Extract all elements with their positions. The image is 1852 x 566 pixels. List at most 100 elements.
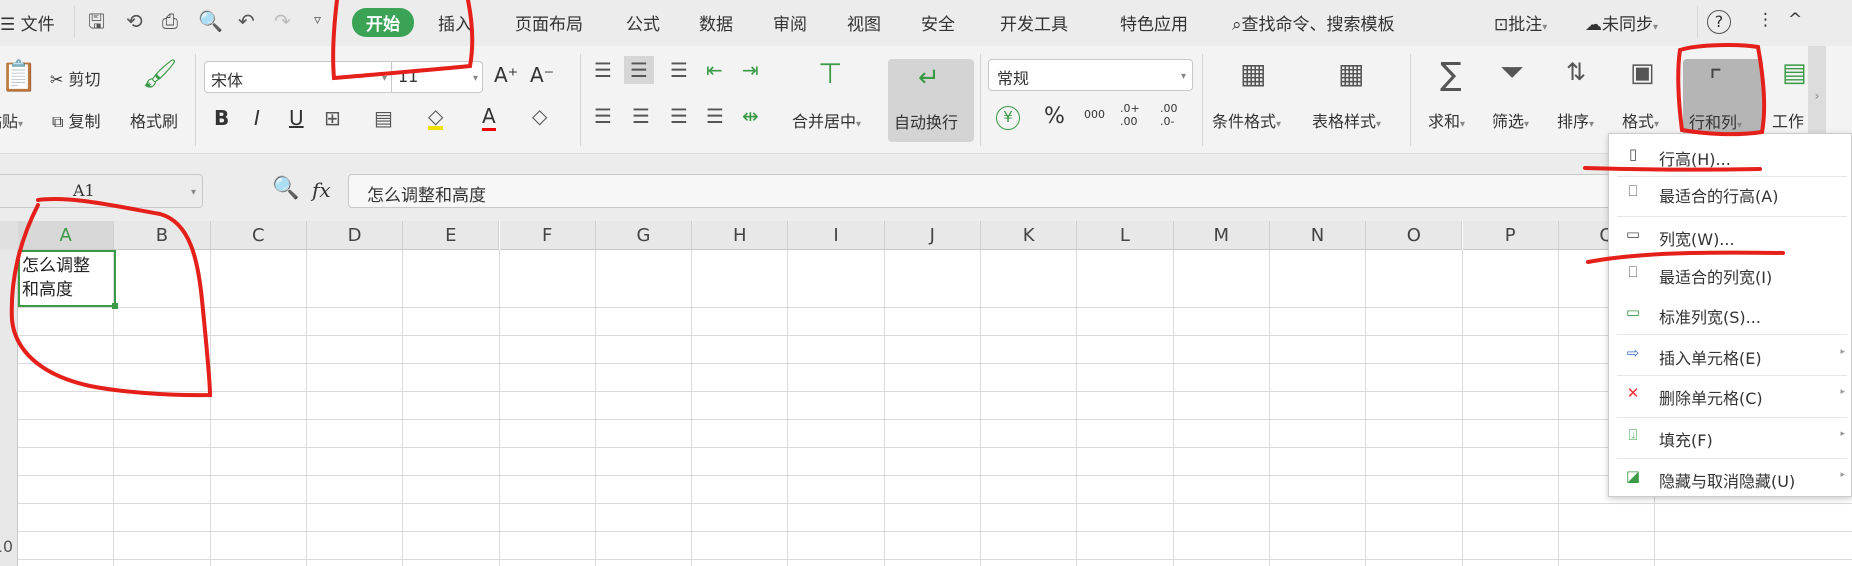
align-left-icon[interactable]: ☰ (594, 106, 612, 126)
column-header-h[interactable]: H (692, 221, 789, 250)
decrease-decimal-button[interactable]: .00 .0- (1160, 102, 1178, 128)
column-header-n[interactable]: N (1269, 221, 1367, 250)
paste-icon[interactable]: 📋 (0, 62, 37, 92)
underline-button[interactable]: U (289, 106, 304, 130)
font-size-select[interactable]: 11 ▾ (391, 61, 483, 93)
menu-item-delete-cells[interactable]: ✕ 删除单元格(C) ▸ (1609, 376, 1852, 414)
menu-item-hide-unhide[interactable]: ◪ 隐藏与取消隐藏(U) ▸ (1609, 459, 1852, 497)
column-header-p[interactable]: P (1462, 221, 1559, 250)
undo-icon[interactable]: ↶ (238, 11, 255, 31)
tab-page-layout[interactable]: 页面布局 (515, 10, 583, 35)
bold-button[interactable]: B (214, 106, 229, 130)
name-box[interactable]: A1 ▾ (0, 174, 203, 208)
tab-home[interactable]: 开始 (352, 8, 414, 37)
increase-decimal-button[interactable]: .0+ .00 (1120, 102, 1140, 128)
thousands-button[interactable]: 000 (1084, 108, 1105, 121)
file-menu[interactable]: ☰ 文件 (0, 10, 55, 35)
tab-view[interactable]: 视图 (847, 10, 881, 35)
tab-special[interactable]: 特色应用 (1120, 10, 1188, 35)
print-preview-icon[interactable]: 🔍 (198, 11, 223, 31)
filter-icon[interactable]: ⏷ (1500, 58, 1524, 88)
spreadsheet-grid[interactable]: 10 ABCDEFGHIJKLMNOPQ 怎么调整和高度 (0, 221, 1852, 566)
copy-button[interactable]: ⧉ 复制 (52, 108, 101, 132)
column-header-m[interactable]: M (1173, 221, 1270, 250)
tab-formulas[interactable]: 公式 (626, 10, 660, 35)
tab-review[interactable]: 审阅 (773, 10, 807, 35)
decrease-indent-icon[interactable]: ⇤ (706, 60, 723, 80)
menu-item-standard-width[interactable]: ▭ 标准列宽(S)... (1609, 295, 1852, 333)
align-top-icon[interactable]: ☰ (594, 60, 612, 80)
sort-button[interactable]: 排序▾ (1557, 108, 1594, 132)
tab-developer[interactable]: 开发工具 (1000, 10, 1068, 35)
column-header-d[interactable]: D (306, 221, 404, 250)
tab-insert[interactable]: 插入 (438, 10, 472, 35)
tab-data[interactable]: 数据 (699, 10, 733, 35)
redo-icon[interactable]: ↷ (274, 11, 291, 31)
save-icon[interactable]: 🖫 (88, 11, 105, 31)
cut-button[interactable]: ✂ 剪切 (50, 66, 101, 90)
collapse-ribbon-button[interactable]: ^ (1788, 10, 1802, 30)
menu-item-insert-cells[interactable]: ⇨ 插入单元格(E) ▸ (1609, 336, 1852, 374)
italic-button[interactable]: I (254, 106, 260, 130)
format-painter-button[interactable]: 格式刷 (130, 108, 178, 132)
align-middle-icon[interactable]: ☰ (624, 56, 654, 84)
command-search[interactable]: ⌕查找命令、搜索模板 (1232, 10, 1395, 35)
clear-format-icon[interactable]: ◇ (532, 106, 547, 126)
fx-button[interactable]: fx (312, 178, 331, 202)
column-header-k[interactable]: K (981, 221, 1078, 250)
sort-icon[interactable]: ⇅ (1566, 60, 1586, 84)
font-name-select[interactable]: 宋体 ▾ (204, 61, 392, 93)
worksheet-icon[interactable]: ▤ (1782, 60, 1807, 86)
grow-font-button[interactable]: A⁺ (494, 63, 518, 87)
print-icon[interactable]: ⎙ (162, 11, 178, 31)
column-header-e[interactable]: E (403, 221, 500, 250)
format-button[interactable]: 格式▾ (1622, 108, 1659, 132)
row-header-10[interactable]: 10 (0, 537, 13, 556)
column-header-g[interactable]: G (595, 221, 693, 250)
format-icon[interactable]: ▣ (1630, 60, 1655, 86)
distributed-icon[interactable]: ⇹ (742, 106, 759, 126)
number-format-select[interactable]: 常规 ▾ (988, 59, 1193, 91)
help-button[interactable]: ? (1707, 10, 1731, 34)
shrink-font-button[interactable]: A⁻ (530, 63, 554, 87)
cell-style-icon[interactable]: ▤ (374, 108, 393, 128)
export-icon[interactable]: ⟲ (126, 11, 143, 31)
column-header-j[interactable]: J (884, 221, 981, 250)
font-color-button[interactable]: A (482, 104, 496, 131)
rows-cols-button[interactable]: ⌜ 行和列▾ (1683, 59, 1763, 142)
borders-icon[interactable]: ⊞ (324, 108, 341, 128)
fill-handle[interactable] (112, 303, 118, 309)
table-style-icon[interactable]: ▦ (1338, 60, 1364, 88)
merge-icon[interactable]: ⊤ (818, 60, 842, 88)
column-header-a[interactable]: A (18, 221, 115, 250)
column-header-o[interactable]: O (1366, 221, 1463, 250)
worksheet-button[interactable]: 工作 (1772, 108, 1804, 132)
menu-item-fill[interactable]: ⍗ 填充(F) ▸ (1609, 418, 1852, 456)
select-all-corner[interactable] (0, 221, 18, 250)
percent-button[interactable]: % (1044, 104, 1065, 129)
menu-item-autofit-row-height[interactable]: ⎕ 最适合的行高(A) (1609, 174, 1852, 212)
wrap-text-button[interactable]: ↵ 自动换行 (888, 59, 974, 142)
conditional-format-icon[interactable]: ▦ (1240, 60, 1266, 88)
fill-color-icon[interactable]: ◇ (428, 106, 444, 130)
column-header-l[interactable]: L (1077, 221, 1174, 250)
align-right-icon[interactable]: ☰ (670, 106, 688, 126)
format-painter-icon[interactable]: 🖌 (142, 60, 178, 88)
justify-icon[interactable]: ☰ (706, 106, 724, 126)
zoom-formula-icon[interactable]: 🔍 (272, 178, 299, 200)
increase-indent-icon[interactable]: ⇥ (742, 60, 759, 80)
menu-item-row-height[interactable]: ▯ 行高(H)... (1609, 137, 1852, 175)
column-header-f[interactable]: F (499, 221, 596, 250)
column-header-c[interactable]: C (210, 221, 307, 250)
align-bottom-icon[interactable]: ☰ (670, 60, 688, 80)
sum-button[interactable]: 求和▾ (1428, 108, 1465, 132)
filter-button[interactable]: 筛选▾ (1492, 108, 1529, 132)
menu-item-autofit-column-width[interactable]: ⎕ 最适合的列宽(I) (1609, 255, 1852, 293)
customize-dropdown-icon[interactable]: ▿ (314, 13, 321, 27)
menu-item-column-width[interactable]: ▭ 列宽(W)... (1609, 217, 1852, 255)
currency-icon[interactable]: ¥ (996, 106, 1020, 130)
tab-security[interactable]: 安全 (921, 10, 955, 35)
column-header-b[interactable]: B (114, 221, 211, 250)
paste-button[interactable]: 粘贴▾ (0, 108, 23, 132)
sync-button[interactable]: ☁未同步▾ (1585, 10, 1658, 35)
